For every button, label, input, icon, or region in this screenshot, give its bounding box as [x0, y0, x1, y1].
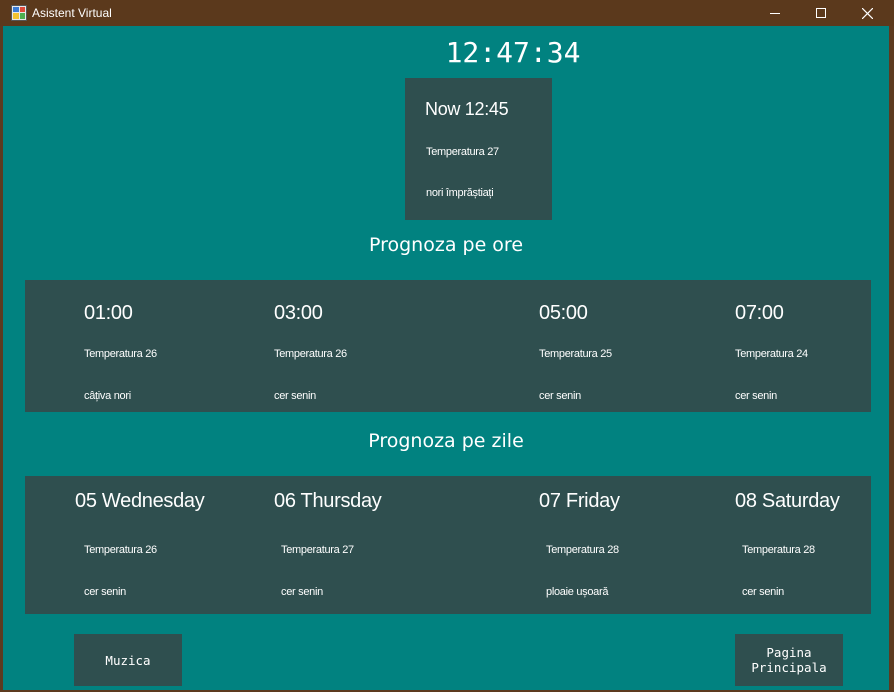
- day-temperature: Temperatura 28: [742, 544, 815, 556]
- current-temperature: Temperatura 27: [426, 146, 499, 158]
- day-temperature: Temperatura 28: [546, 544, 619, 556]
- hour-time: 01:00: [84, 302, 133, 324]
- hour-temperature: Temperatura 26: [274, 348, 347, 360]
- day-condition: ploaie ușoară: [546, 586, 609, 598]
- window-title: Asistent Virtual: [32, 6, 112, 20]
- day-condition: cer senin: [742, 586, 784, 598]
- maximize-icon: [816, 8, 826, 18]
- close-button[interactable]: [844, 0, 890, 26]
- current-condition: nori împrăștiați: [426, 187, 494, 199]
- hour-condition: cer senin: [539, 390, 581, 402]
- hourly-heading: Prognoza pe ore: [368, 234, 524, 256]
- day-condition: cer senin: [84, 586, 126, 598]
- app-icon: [11, 5, 27, 21]
- day-name: 06 Thursday: [274, 490, 382, 512]
- minimize-button[interactable]: [752, 0, 798, 26]
- hour-condition: cer senin: [274, 390, 316, 402]
- hourly-forecast-panel: 01:00 Temperatura 26 câțiva nori 03:00 T…: [25, 280, 871, 412]
- day-condition: cer senin: [281, 586, 323, 598]
- day-name: 07 Friday: [539, 490, 620, 512]
- music-button[interactable]: Muzica: [74, 634, 182, 686]
- hour-temperature: Temperatura 25: [539, 348, 612, 360]
- daily-forecast-panel: 05 Wednesday Temperatura 26 cer senin 06…: [25, 476, 871, 614]
- current-time: Now 12:45: [425, 99, 509, 119]
- hour-time: 03:00: [274, 302, 323, 324]
- maximize-button[interactable]: [798, 0, 844, 26]
- minimize-icon: [770, 13, 780, 14]
- hour-temperature: Temperatura 26: [84, 348, 157, 360]
- hour-time: 05:00: [539, 302, 588, 324]
- hour-condition: câțiva nori: [84, 390, 131, 402]
- hour-temperature: Temperatura 24: [735, 348, 808, 360]
- main-page-button[interactable]: Pagina Principala: [735, 634, 843, 686]
- daily-heading: Prognoza pe zile: [368, 430, 524, 452]
- main-window: 12:47:34 Now 12:45 Temperatura 27 nori î…: [3, 26, 889, 690]
- day-name: 05 Wednesday: [75, 490, 205, 512]
- day-name: 08 Saturday: [735, 490, 840, 512]
- title-bar[interactable]: Asistent Virtual: [0, 0, 894, 26]
- day-temperature: Temperatura 27: [281, 544, 354, 556]
- hour-condition: cer senin: [735, 390, 777, 402]
- close-icon: [861, 7, 873, 19]
- current-weather-panel: Now 12:45 Temperatura 27 nori împrăștiaț…: [405, 78, 552, 220]
- day-temperature: Temperatura 26: [84, 544, 157, 556]
- clock-display: 12:47:34: [445, 36, 581, 69]
- hour-time: 07:00: [735, 302, 784, 324]
